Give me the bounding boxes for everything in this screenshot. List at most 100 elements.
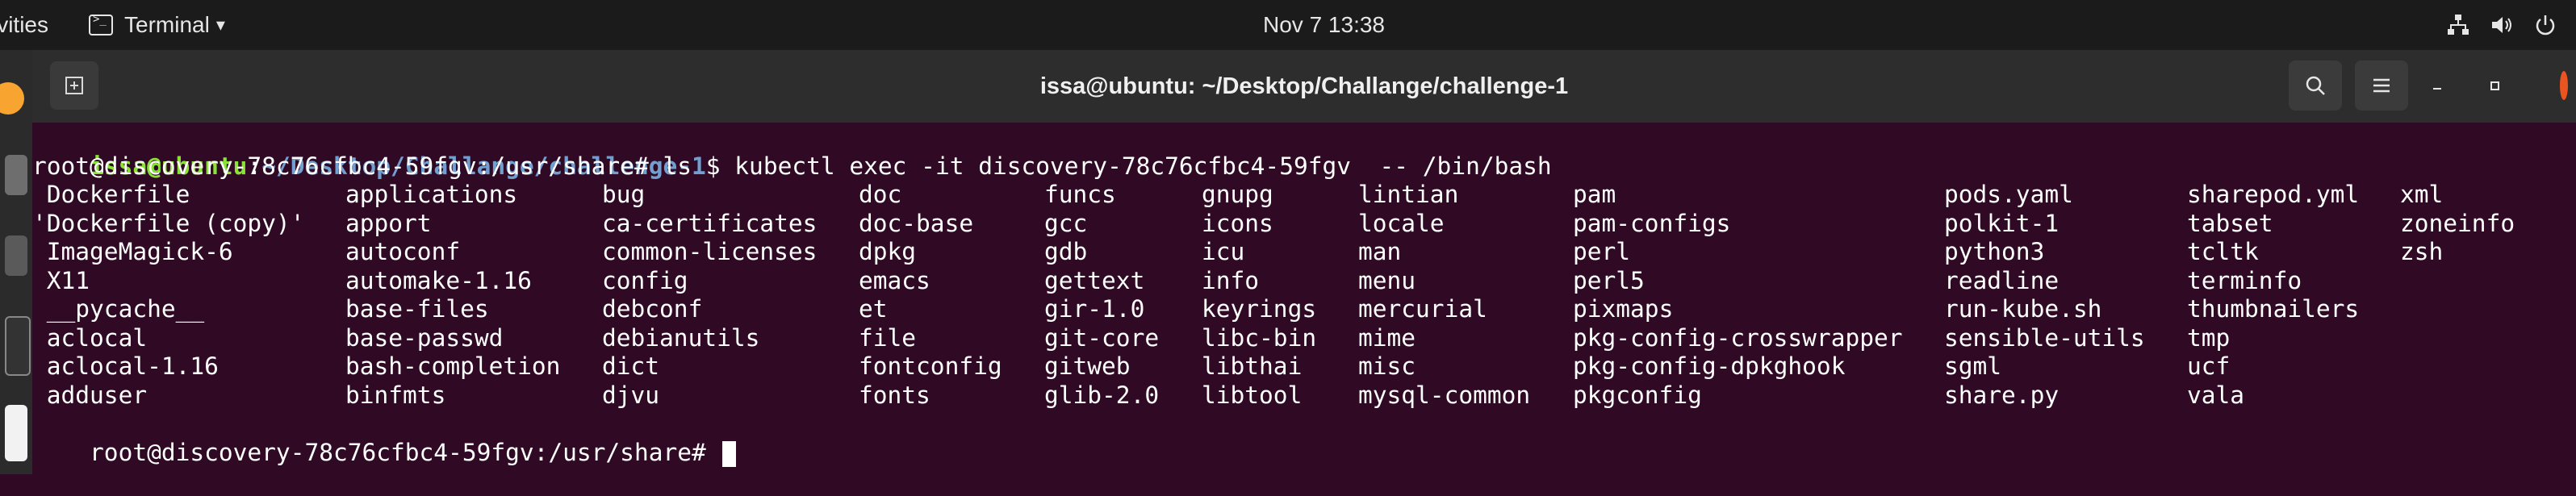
- prompt-text: root@discovery-78c76cfbc4-59fgv:/usr/sha…: [90, 439, 721, 466]
- ls-entry: libc-bin: [1202, 323, 1317, 352]
- ls-entry: lintian: [1358, 181, 1459, 208]
- new-tab-button[interactable]: [50, 61, 98, 110]
- ls-entry: terminfo: [2187, 266, 2302, 294]
- ls-entry: config: [602, 266, 688, 294]
- close-icon: [2560, 71, 2568, 100]
- activities-button[interactable]: Activities: [0, 12, 48, 38]
- ls-entry: zoneinfo: [2400, 209, 2515, 237]
- ls-entry: base-files: [345, 295, 489, 323]
- ls-entry: misc: [1358, 352, 1416, 380]
- files-icon[interactable]: [5, 155, 27, 195]
- ls-entry: doc-base: [859, 209, 974, 237]
- ls-entry: mime: [1358, 323, 1416, 352]
- ls-entry: python3: [1944, 238, 2045, 265]
- ls-entry: bash-completion: [345, 352, 561, 380]
- ls-entry: info: [1202, 266, 1260, 294]
- ls-entry: file: [859, 323, 917, 352]
- ls-entry: adduser: [32, 381, 148, 409]
- minimize-icon: [2433, 88, 2441, 90]
- ls-entry: fonts: [859, 381, 930, 409]
- ls-entry: sensible-utils: [1944, 323, 2145, 352]
- ls-entry: mercurial: [1358, 295, 1487, 323]
- ls-entry: et: [859, 295, 888, 323]
- ls-entry: locale: [1358, 209, 1445, 237]
- maximize-icon: [2490, 81, 2499, 90]
- ls-entry: gettext: [1044, 266, 1145, 294]
- ls-entry: gitweb: [1044, 352, 1131, 380]
- top-bar: Activities Terminal ▾ Nov 7 13:38: [0, 0, 2576, 50]
- ls-entry: funcs: [1044, 181, 1116, 208]
- ls-entry: readline: [1944, 266, 2060, 294]
- app-icon[interactable]: [5, 405, 27, 461]
- ls-entry: perl5: [1573, 266, 1645, 294]
- power-icon[interactable]: [2531, 10, 2560, 40]
- text-cursor: [721, 440, 736, 467]
- ls-entry: ca-certificates: [602, 209, 818, 237]
- ls-entry: gir-1.0: [1044, 295, 1145, 323]
- system-tray[interactable]: [2444, 0, 2576, 50]
- ls-entry: ImageMagick-6: [32, 238, 233, 265]
- new-tab-icon: [65, 77, 83, 94]
- ls-entry: perl: [1573, 238, 1631, 265]
- maximize-button[interactable]: [2479, 69, 2511, 102]
- window-title: issa@ubuntu: ~/Desktop/Challange/challen…: [1039, 73, 1569, 99]
- ls-entry: pam-configs: [1573, 209, 1731, 237]
- ls-entry: share.py: [1944, 381, 2060, 409]
- ls-entry: autoconf: [345, 238, 461, 265]
- app-icon[interactable]: [5, 235, 27, 276]
- terminal-dock-icon[interactable]: [5, 316, 31, 376]
- ls-entry: icu: [1202, 238, 1245, 265]
- ls-entry: gnupg: [1202, 181, 1273, 208]
- ls-entry: fontconfig: [859, 352, 1002, 380]
- ls-entry: icons: [1202, 209, 1273, 237]
- firefox-icon[interactable]: [0, 82, 24, 115]
- ls-entry: tmp: [2187, 323, 2231, 352]
- network-icon[interactable]: [2444, 10, 2473, 40]
- prompt-symbol: $: [705, 152, 721, 180]
- volume-icon[interactable]: [2487, 10, 2516, 40]
- ls-entry: dpkg: [859, 238, 917, 265]
- clock[interactable]: Nov 7 13:38: [1263, 0, 1385, 50]
- app-menu-label: Terminal: [124, 12, 210, 37]
- ls-entry: emacs: [859, 266, 930, 294]
- close-button[interactable]: [2536, 69, 2568, 102]
- ls-entry: binfmts: [345, 381, 446, 409]
- ls-entry: dict: [602, 352, 660, 380]
- ls-entry: git-core: [1044, 323, 1160, 352]
- ls-entry: sgml: [1944, 352, 2002, 380]
- ls-entry: __pycache__: [32, 295, 205, 323]
- ls-entry: automake-1.16: [345, 266, 532, 294]
- ls-entry: pods.yaml: [1944, 181, 2073, 208]
- ls-entry: aclocal: [32, 323, 148, 352]
- dock: [0, 50, 32, 474]
- ls-entry: ucf: [2187, 352, 2231, 380]
- search-icon: [2306, 76, 2325, 95]
- ls-entry: applications: [345, 181, 518, 208]
- title-bar: issa@ubuntu: ~/Desktop/Challange/challen…: [32, 50, 2576, 123]
- terminal-icon: [89, 13, 113, 35]
- ls-entry: Dockerfile: [32, 181, 190, 208]
- app-menu-button[interactable]: Terminal ▾: [89, 12, 225, 38]
- ls-entry: man: [1358, 238, 1402, 265]
- terminal-output[interactable]: issa@ubuntu:~/Desktop/Challange/challeng…: [32, 123, 2576, 474]
- ls-entry: apport: [345, 209, 432, 237]
- ls-entry: thumbnailers: [2187, 295, 2360, 323]
- ls-entry: libtool: [1202, 381, 1303, 409]
- ls-entry: xml: [2400, 181, 2444, 208]
- ls-entry: base-passwd: [345, 323, 504, 352]
- ls-entry: menu: [1358, 266, 1416, 294]
- ls-entry: tabset: [2187, 209, 2273, 237]
- ls-entry: 'Dockerfile (copy)': [32, 209, 305, 237]
- ls-entry: pkgconfig: [1573, 381, 1702, 409]
- ls-entry: djvu: [602, 381, 660, 409]
- ls-entry: vala: [2187, 381, 2245, 409]
- command-text: kubectl exec -it discovery-78c76cfbc4-59…: [720, 152, 1552, 180]
- search-button[interactable]: [2289, 60, 2342, 110]
- minimize-button[interactable]: [2421, 69, 2453, 102]
- ls-entry: keyrings: [1202, 295, 1317, 323]
- ls-entry: sharepod.yml: [2187, 181, 2360, 208]
- ls-entry: zsh: [2400, 238, 2444, 265]
- menu-icon: [2373, 78, 2390, 93]
- menu-button[interactable]: [2355, 60, 2408, 110]
- prompt-line: issa@ubuntu:~/Desktop/Challange/challeng…: [32, 123, 1552, 180]
